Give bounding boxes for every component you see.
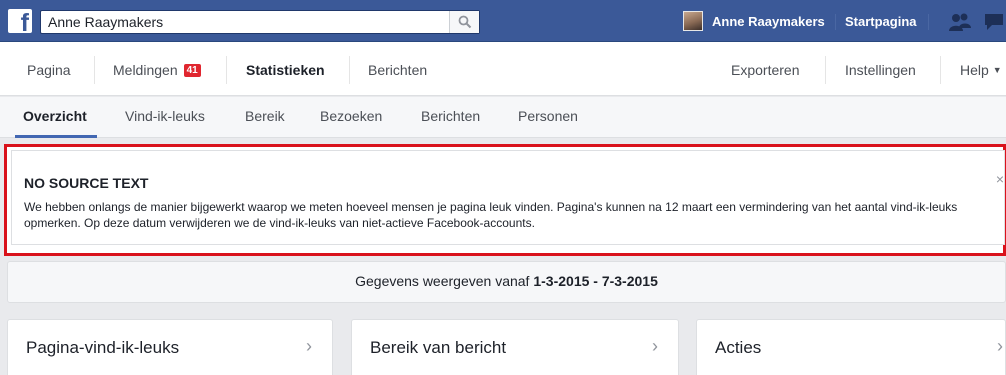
- highlight-frame: NO SOURCE TEXT We hebben onlangs de mani…: [4, 144, 1006, 256]
- divider: [940, 56, 941, 84]
- card-title: Pagina-vind-ik-leuks: [26, 338, 180, 357]
- settings-link[interactable]: Instellingen: [845, 62, 916, 78]
- divider: [928, 14, 929, 30]
- card-page-likes[interactable]: Pagina-vind-ik-leuks ›: [7, 319, 333, 375]
- caret-down-icon: ▼: [992, 65, 1002, 75]
- card-post-reach[interactable]: Bereik van bericht ›: [351, 319, 679, 375]
- chevron-right-icon: ›: [306, 336, 312, 356]
- insights-subnav: Overzicht Vind-ik-leuks Bereik Bezoeken …: [0, 97, 1006, 138]
- search-button[interactable]: [449, 11, 479, 33]
- help-label: Help: [960, 62, 989, 78]
- active-tab-indicator: [15, 135, 97, 138]
- help-menu[interactable]: Help ▼: [960, 62, 1002, 78]
- messages-icon[interactable]: [983, 12, 1005, 32]
- chevron-right-icon: ›: [997, 336, 1003, 356]
- tab-meldingen[interactable]: Meldingen 41: [113, 62, 201, 78]
- subtab-berichten[interactable]: Berichten: [421, 108, 480, 124]
- date-range-bar[interactable]: Gegevens weergeven vanaf 1-3-2015 - 7-3-…: [7, 261, 1006, 303]
- search-input[interactable]: Anne Raaymakers: [48, 14, 163, 30]
- tab-meldingen-label: Meldingen: [113, 62, 178, 78]
- profile-link[interactable]: Anne Raaymakers: [712, 14, 825, 29]
- notice-title: NO SOURCE TEXT: [24, 175, 149, 191]
- page-nav: Pagina Meldingen 41 Statistieken Berichte…: [0, 42, 1006, 96]
- notice-body: We hebben onlangs de manier bijgewerkt w…: [24, 200, 958, 230]
- subtab-bereik[interactable]: Bereik: [245, 108, 285, 124]
- divider: [94, 56, 95, 84]
- subtab-personen[interactable]: Personen: [518, 108, 578, 124]
- home-link[interactable]: Startpagina: [845, 14, 917, 29]
- top-bar: f Anne Raaymakers Anne Raaymakers Startp…: [0, 0, 1006, 42]
- search-icon: [458, 15, 472, 29]
- card-title: Bereik van bericht: [370, 338, 507, 357]
- facebook-logo-icon[interactable]: f: [8, 9, 32, 33]
- date-range-prefix: Gegevens weergeven vanaf: [355, 273, 534, 289]
- divider: [825, 56, 826, 84]
- chevron-right-icon: ›: [652, 336, 658, 356]
- export-link[interactable]: Exporteren: [731, 62, 799, 78]
- subtab-vind-ik-leuks[interactable]: Vind-ik-leuks: [125, 108, 205, 124]
- friends-icon[interactable]: [948, 12, 972, 32]
- card-actions[interactable]: Acties ›: [696, 319, 1006, 375]
- card-title: Acties: [715, 338, 762, 357]
- avatar[interactable]: [683, 11, 703, 31]
- divider: [226, 56, 227, 84]
- date-range-value: 1-3-2015 - 7-3-2015: [533, 273, 658, 289]
- divider: [835, 14, 836, 30]
- notice-box: NO SOURCE TEXT We hebben onlangs de mani…: [11, 150, 1005, 245]
- divider: [349, 56, 350, 84]
- tab-pagina[interactable]: Pagina: [27, 62, 71, 78]
- subtab-overzicht[interactable]: Overzicht: [23, 108, 87, 124]
- tab-berichten[interactable]: Berichten: [368, 62, 427, 78]
- tab-statistieken[interactable]: Statistieken: [246, 62, 325, 78]
- date-range-text: Gegevens weergeven vanaf 1-3-2015 - 7-3-…: [8, 273, 1005, 289]
- notification-badge: 41: [183, 64, 201, 77]
- search-box[interactable]: Anne Raaymakers: [40, 10, 480, 34]
- subtab-bezoeken[interactable]: Bezoeken: [320, 108, 382, 124]
- close-icon[interactable]: ×: [996, 171, 1004, 187]
